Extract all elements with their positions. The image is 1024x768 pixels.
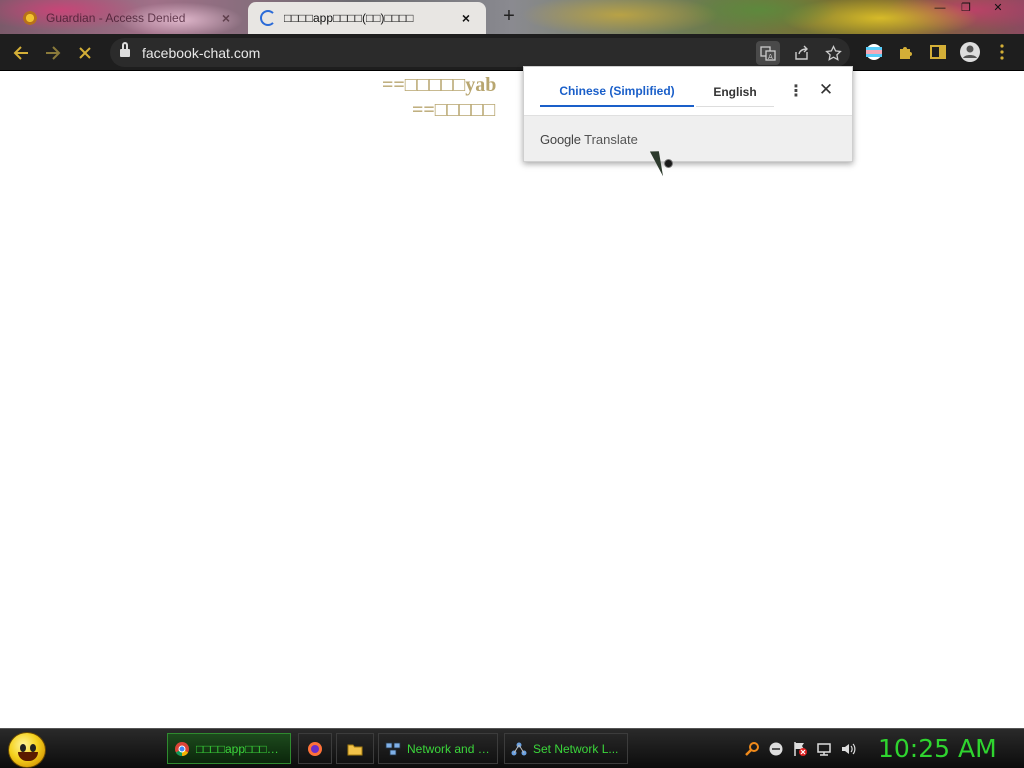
brand-google: Google [540,132,581,147]
chrome-icon [175,741,189,756]
forward-button[interactable] [40,40,66,66]
restore-icon[interactable]: ❐ [954,0,978,18]
arrow-right-icon [46,46,61,60]
brand-translate: Translate [584,132,638,147]
taskbar-item-network-and-sharing[interactable]: Network and S... [378,733,498,764]
tab-guardian-access-denied[interactable]: Guardian - Access Denied × [10,2,246,34]
window-close-icon[interactable]: ✕ [986,0,1010,18]
system-clock[interactable]: 10:25 AM [878,734,997,763]
folder-icon [347,744,363,755]
tab-current-page[interactable]: □□□□app□□□□(□□)□□□□ × [248,2,486,34]
page-heading-line-1: ==□□□□□yab [382,74,497,96]
translate-options-icon[interactable]: ⋮ [786,81,806,101]
network-icon [385,742,401,755]
extensions-puzzle-icon[interactable] [894,40,918,64]
translate-tab-target-language[interactable]: English [696,77,774,107]
more-menu-icon[interactable] [990,40,1014,64]
close-icon [79,47,91,59]
side-panel-icon[interactable] [926,40,950,64]
minimize-icon[interactable]: — [928,0,952,18]
translate-icon[interactable]: A [756,41,780,65]
new-tab-button[interactable]: + [498,6,520,28]
svg-text:A: A [768,53,773,61]
extension-flag-icon[interactable] [862,40,886,64]
taskbar: □□□□app□□□□(□□)□□□... Network and S... S… [0,728,1024,768]
site-favicon-icon [22,10,38,26]
translate-popup: Chinese (Simplified) English ⋮ ✕ Google … [523,66,853,162]
lock-icon [120,42,130,57]
browser-toolbar: facebook-chat.com A [0,34,1024,71]
volume-icon[interactable] [840,741,856,757]
tab-close-icon[interactable]: × [458,10,474,26]
taskbar-item-label: Set Network L... [533,741,619,756]
busy-indicator-icon [664,159,673,168]
minus-circle-icon[interactable] [768,741,784,757]
taskbar-item-firefox[interactable] [298,733,332,764]
network-tray-icon[interactable] [816,741,832,757]
share-icon[interactable] [790,41,814,65]
tab-close-icon[interactable]: × [218,10,234,26]
taskbar-item-label: □□□□app□□□□(□□)□□□... [196,741,284,756]
back-button[interactable] [8,40,34,66]
translate-footer: Google Translate [524,115,852,161]
bookmark-star-icon[interactable] [821,41,845,65]
google-translate-brand: Google Translate [540,132,638,147]
translate-close-icon[interactable]: ✕ [816,80,836,100]
search-icon[interactable] [744,741,760,757]
tab-title: Guardian - Access Denied [46,11,186,25]
tab-title: □□□□app□□□□(□□)□□□□ [284,11,414,25]
page-heading-line-2: ==□□□□□ [412,99,496,121]
address-bar[interactable]: facebook-chat.com A [110,38,850,67]
page-content: ==□□□□□yab ==□□□□□ [0,72,1024,728]
taskbar-item-label: Network and S... [407,741,491,756]
firefox-icon [308,741,322,756]
action-center-flag-icon[interactable] [792,741,808,757]
url-text: facebook-chat.com [142,45,261,61]
arrow-left-icon [13,46,28,60]
loading-spinner-icon [260,10,276,26]
profile-avatar-icon[interactable] [958,40,982,64]
translate-tab-source-language[interactable]: Chinese (Simplified) [540,77,694,107]
taskbar-item-chrome[interactable]: □□□□app□□□□(□□)□□□... [167,733,291,764]
start-button[interactable] [8,732,46,768]
network-location-icon [511,742,527,755]
taskbar-item-set-network-location[interactable]: Set Network L... [504,733,628,764]
stop-loading-button[interactable] [72,40,98,66]
taskbar-item-file-explorer[interactable] [336,733,374,764]
tab-strip: Guardian - Access Denied × □□□□app□□□□(□… [0,0,1024,34]
